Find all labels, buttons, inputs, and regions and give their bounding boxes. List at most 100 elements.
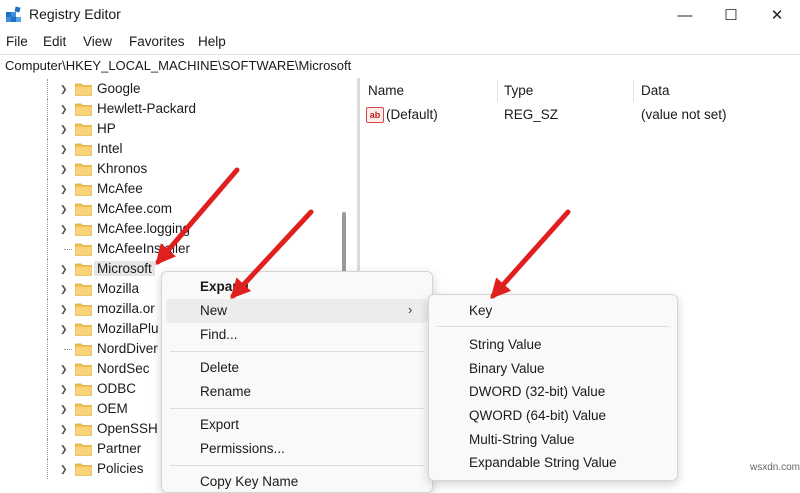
menu-view[interactable]: View	[83, 34, 112, 49]
chevron-right-icon[interactable]: ❯	[60, 382, 72, 396]
minimize-button[interactable]: —	[662, 0, 708, 30]
context-menu-new[interactable]: New	[200, 303, 227, 318]
column-header-data[interactable]: Data	[641, 83, 670, 98]
menu-edit[interactable]: Edit	[43, 34, 66, 49]
menu-separator	[170, 408, 424, 409]
folder-icon	[75, 123, 92, 136]
maximize-icon: ☐	[724, 7, 738, 24]
address-bar[interactable]: Computer\HKEY_LOCAL_MACHINE\SOFTWARE\Mic…	[0, 54, 800, 79]
close-button[interactable]: ✕	[754, 0, 800, 30]
tree-item-label: NordDiver	[97, 341, 158, 356]
folder-icon	[75, 83, 92, 96]
value-data: (value not set)	[641, 107, 727, 122]
context-menu-permissions[interactable]: Permissions...	[200, 441, 285, 456]
tree-guide-line	[64, 249, 72, 250]
string-value-icon: ab	[366, 107, 384, 123]
window-title: Registry Editor	[29, 6, 121, 22]
tree-item[interactable]: ❯ Hewlett-Packard	[0, 99, 340, 119]
context-menu-export[interactable]: Export	[200, 417, 239, 432]
submenu-expandable-string-value[interactable]: Expandable String Value	[469, 455, 617, 470]
value-row-default[interactable]: ab (Default) REG_SZ (value not set)	[360, 105, 800, 125]
tree-guide-line	[47, 459, 48, 479]
chevron-right-icon[interactable]: ❯	[60, 122, 72, 136]
chevron-right-icon[interactable]: ❯	[60, 82, 72, 96]
tree-guide-line	[47, 79, 48, 99]
tree-item-label: HP	[97, 121, 116, 136]
context-menu-expand[interactable]: Expand	[200, 279, 249, 294]
tree-guide-line	[47, 179, 48, 199]
submenu-multi-string-value[interactable]: Multi-String Value	[469, 432, 575, 447]
maximize-button[interactable]: ☐	[708, 0, 754, 30]
context-menu-delete[interactable]: Delete	[200, 360, 239, 375]
chevron-right-icon[interactable]: ❯	[60, 262, 72, 276]
folder-icon	[75, 403, 92, 416]
folder-icon	[75, 343, 92, 356]
submenu-string-value[interactable]: String Value	[469, 337, 542, 352]
submenu-binary-value[interactable]: Binary Value	[469, 361, 545, 376]
chevron-right-icon[interactable]: ❯	[60, 142, 72, 156]
chevron-right-icon[interactable]: ❯	[60, 282, 72, 296]
menu-help[interactable]: Help	[198, 34, 226, 49]
chevron-right-icon[interactable]: ❯	[60, 162, 72, 176]
tree-item[interactable]: ❯ Intel	[0, 139, 340, 159]
chevron-right-icon[interactable]: ❯	[60, 322, 72, 336]
close-icon: ✕	[770, 7, 784, 24]
address-path[interactable]: Computer\HKEY_LOCAL_MACHINE\SOFTWARE\Mic…	[5, 58, 351, 73]
submenu-dword-value[interactable]: DWORD (32-bit) Value	[469, 384, 605, 399]
folder-icon	[75, 183, 92, 196]
chevron-right-icon[interactable]: ❯	[60, 302, 72, 316]
tree-item-label: NordSec	[97, 361, 150, 376]
menu-bar: File Edit View Favorites Help	[0, 30, 800, 54]
folder-icon	[75, 363, 92, 376]
tree-guide-line	[47, 199, 48, 219]
tree-guide-line	[47, 159, 48, 179]
chevron-right-icon[interactable]: ❯	[60, 222, 72, 236]
tree-guide-line	[47, 399, 48, 419]
tree-guide-line	[47, 299, 48, 319]
minimize-icon: —	[677, 6, 693, 24]
column-divider[interactable]	[497, 80, 498, 102]
tree-item-label: OEM	[97, 401, 128, 416]
chevron-right-icon[interactable]: ❯	[60, 442, 72, 456]
tree-item-label: mozilla.or	[97, 301, 155, 316]
menu-favorites[interactable]: Favorites	[129, 34, 185, 49]
tree-item-label: MozillaPlu	[97, 321, 159, 336]
column-header-name[interactable]: Name	[368, 83, 404, 98]
chevron-right-icon[interactable]: ❯	[60, 402, 72, 416]
title-bar: Registry Editor — ☐ ✕	[0, 0, 800, 30]
menu-file[interactable]: File	[6, 34, 28, 49]
folder-icon	[75, 243, 92, 256]
tree-item-label: ODBC	[97, 381, 137, 396]
tree-item[interactable]: ❯ McAfee	[0, 179, 340, 199]
chevron-right-icon[interactable]: ❯	[60, 182, 72, 196]
context-menu-copy-key-name[interactable]: Copy Key Name	[200, 474, 298, 489]
chevron-right-icon[interactable]: ❯	[60, 422, 72, 436]
tree-item[interactable]: ❯ Google	[0, 79, 340, 99]
value-type: REG_SZ	[504, 107, 559, 122]
tree-guide-line	[47, 119, 48, 139]
column-header-type[interactable]: Type	[504, 83, 533, 98]
context-menu-rename[interactable]: Rename	[200, 384, 251, 399]
chevron-right-icon[interactable]: ❯	[60, 202, 72, 216]
tree-item[interactable]: ❯ McAfee.com	[0, 199, 340, 219]
tree-guide-line	[47, 339, 48, 359]
tree-item-label: OpenSSH	[97, 421, 158, 436]
tree-item[interactable]: ❯ McAfee.logging	[0, 219, 340, 239]
tree-item[interactable]: McAfeeInstaller	[0, 239, 340, 259]
menu-separator	[170, 351, 424, 352]
tree-item[interactable]: ❯ Khronos	[0, 159, 340, 179]
submenu-qword-value[interactable]: QWORD (64-bit) Value	[469, 408, 606, 423]
chevron-right-icon[interactable]: ❯	[60, 462, 72, 476]
value-name: (Default)	[386, 107, 438, 122]
submenu-key[interactable]: Key	[469, 303, 492, 318]
folder-icon	[75, 283, 92, 296]
menu-separator	[170, 465, 424, 466]
chevron-right-icon[interactable]: ❯	[60, 362, 72, 376]
chevron-right-icon[interactable]: ❯	[60, 102, 72, 116]
tree-item[interactable]: ❯ HP	[0, 119, 340, 139]
folder-icon	[75, 423, 92, 436]
tree-guide-line	[47, 439, 48, 459]
column-divider[interactable]	[633, 80, 634, 102]
tree-guide-line	[47, 99, 48, 119]
context-menu-find[interactable]: Find...	[200, 327, 238, 342]
